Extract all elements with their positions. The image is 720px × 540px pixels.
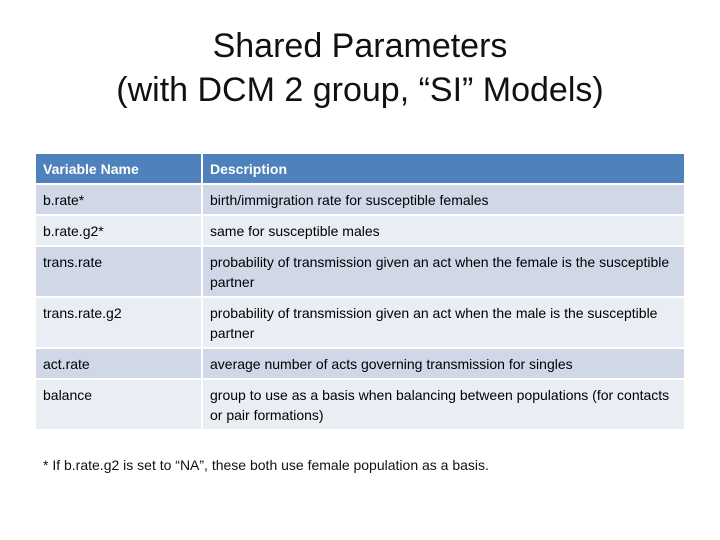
slide-title-line-2: (with DCM 2 group, “SI” Models) xyxy=(116,71,604,109)
variable-name-cell: trans.rate.g2 xyxy=(36,297,203,349)
description-cell: average number of acts governing transmi… xyxy=(202,348,684,380)
table-row: b.rate* birth/immigration rate for susce… xyxy=(36,184,684,216)
variable-name-cell: trans.rate xyxy=(36,246,203,298)
table-row: balance group to use as a basis when bal… xyxy=(36,379,684,431)
description-cell: probability of transmission given an act… xyxy=(202,246,684,298)
description-cell: group to use as a basis when balancing b… xyxy=(202,379,684,431)
table-row: b.rate.g2* same for susceptible males xyxy=(36,215,684,247)
variable-name-cell: b.rate* xyxy=(36,184,203,216)
description-cell: probability of transmission given an act… xyxy=(202,297,684,349)
footnote: * If b.rate.g2 is set to “NA”, these bot… xyxy=(43,457,489,473)
table-header-row: Variable Name Description xyxy=(36,154,684,185)
description-cell: birth/immigration rate for susceptible f… xyxy=(202,184,684,216)
table-row: act.rate average number of acts governin… xyxy=(36,348,684,380)
variable-name-cell: balance xyxy=(36,379,203,431)
description-cell: same for susceptible males xyxy=(202,215,684,247)
column-header-description: Description xyxy=(202,154,684,185)
slide-title-line-1: Shared Parameters xyxy=(212,27,508,65)
variable-name-cell: act.rate xyxy=(36,348,203,380)
variable-name-cell: b.rate.g2* xyxy=(36,215,203,247)
table-row: trans.rate.g2 probability of transmissio… xyxy=(36,297,684,349)
parameters-table-container: Variable Name Description b.rate* birth/… xyxy=(36,154,684,431)
parameters-table: Variable Name Description b.rate* birth/… xyxy=(36,154,684,431)
column-header-variable-name: Variable Name xyxy=(36,154,203,185)
slide-title: Shared Parameters (with DCM 2 group, “SI… xyxy=(36,24,684,112)
table-row: trans.rate probability of transmission g… xyxy=(36,246,684,298)
